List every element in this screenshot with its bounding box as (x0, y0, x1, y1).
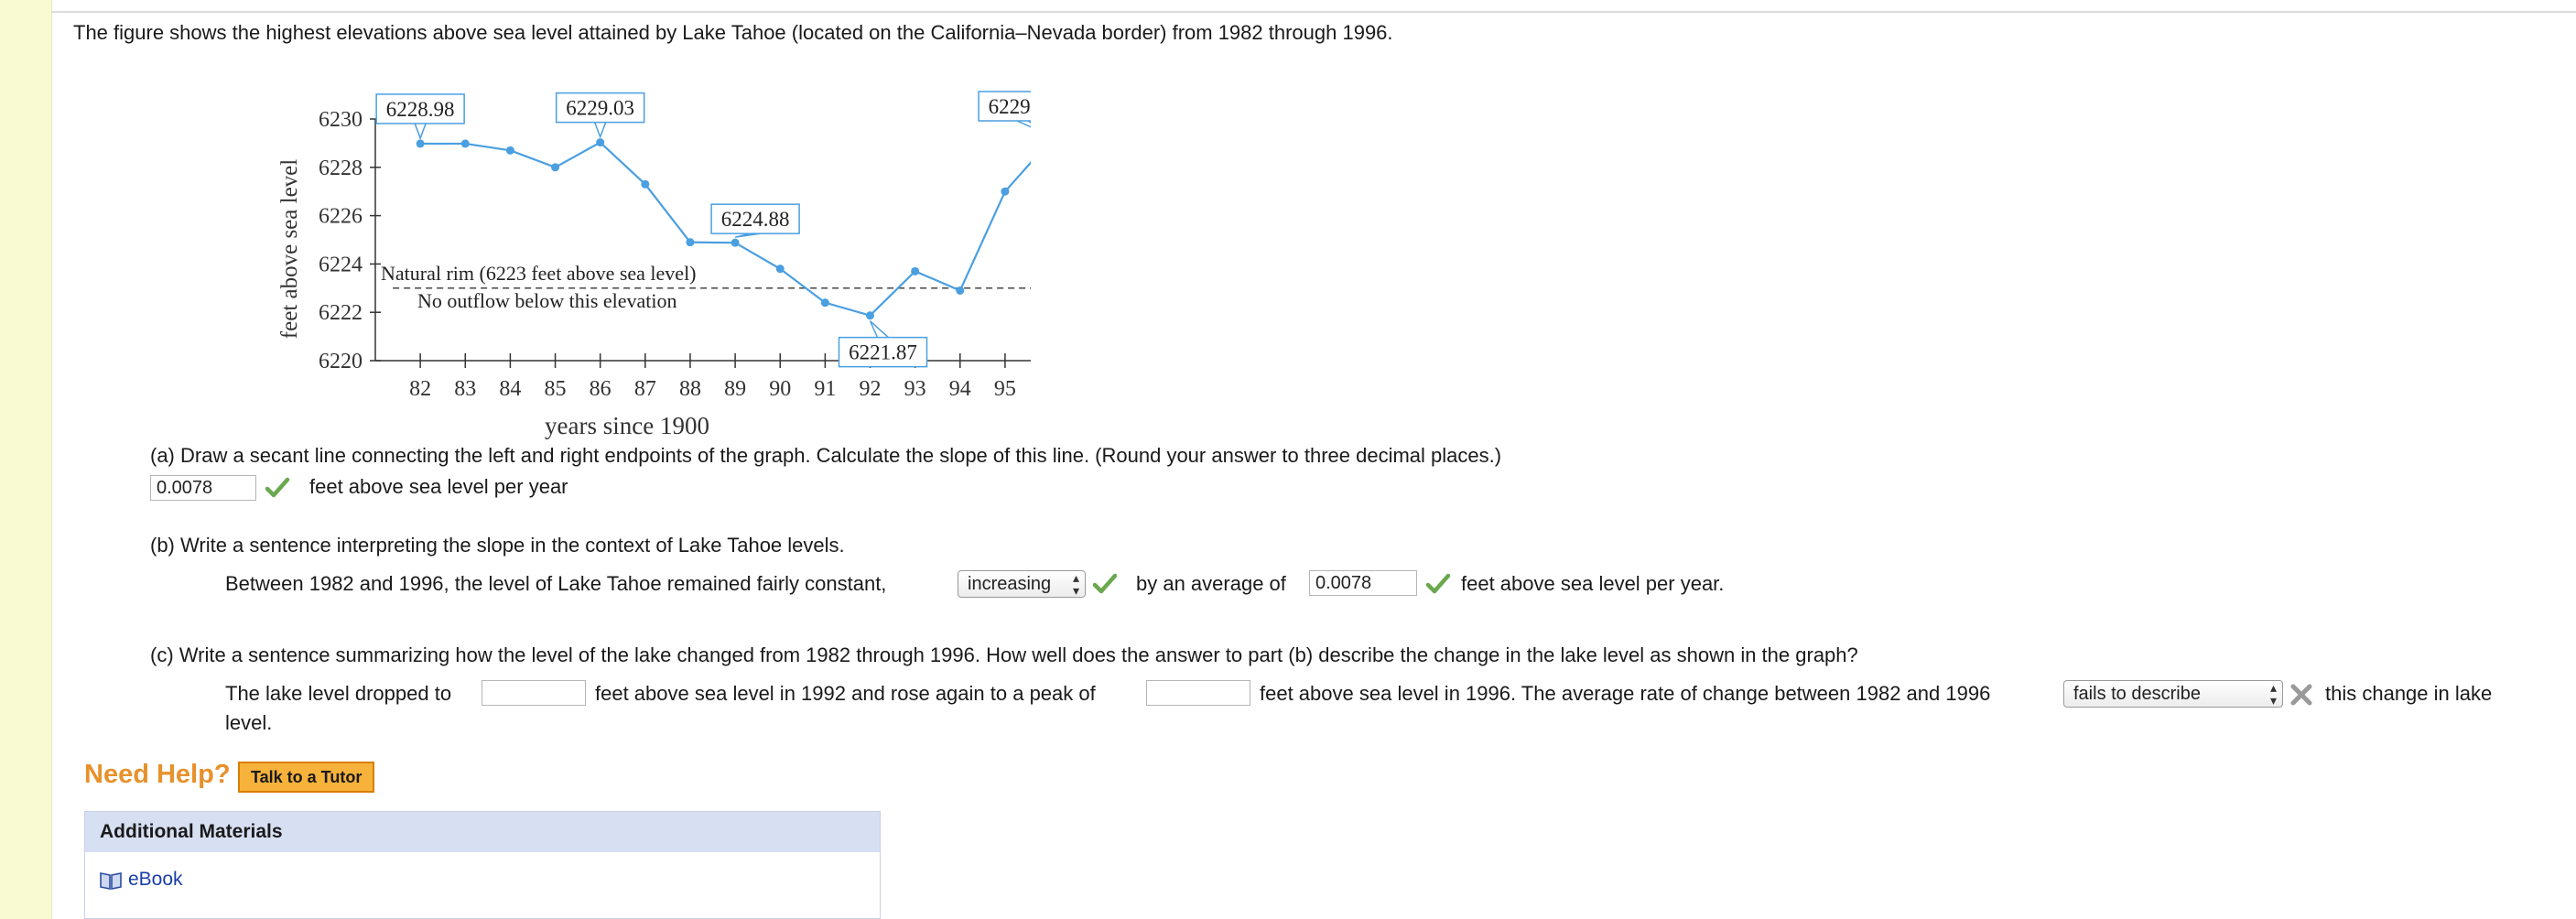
x-tick-label: 94 (949, 377, 971, 401)
correct-check-icon (1092, 573, 1118, 594)
part-b-by-average: by an average of (1136, 572, 1286, 595)
y-tick-label: 6228 (319, 157, 363, 180)
x-tick-label: 83 (454, 377, 476, 401)
part-b-prompt: (b) Write a sentence interpreting the sl… (150, 534, 845, 557)
callout-label: 6229.09 (989, 95, 1031, 118)
part-c-low-level-input[interactable] (482, 680, 586, 706)
data-point (686, 238, 695, 247)
correct-check-icon (265, 477, 290, 498)
x-tick-label: 86 (590, 377, 612, 401)
part-c-text-2: feet above sea level in 1992 and rose ag… (595, 682, 1096, 705)
data-point (820, 298, 829, 308)
x-tick-label: 95 (994, 377, 1016, 401)
chart-marks: 6228.98 6229.03 6229.09 6224.88 6221.87 (375, 91, 1031, 368)
talk-to-tutor-button[interactable]: Talk to a Tutor (238, 762, 375, 793)
x-tick-label: 90 (769, 377, 791, 401)
part-c-select-value: fails to describe (2073, 684, 2201, 704)
part-a-answer-input[interactable]: 0.0078 (150, 475, 256, 501)
x-tick-label: 85 (545, 377, 567, 401)
part-c-peak-level-input[interactable] (1146, 680, 1250, 706)
x-axis-label: years since 1900 (545, 412, 709, 439)
x-tick-label: 92 (860, 377, 882, 401)
callout-pointer (593, 122, 607, 139)
data-point (641, 179, 650, 189)
data-point (1001, 187, 1010, 196)
callout-pointer (869, 320, 890, 339)
reference-line-sublabel: No outflow below this elevation (417, 289, 677, 312)
callout-pointer (1016, 120, 1031, 128)
data-point (956, 286, 965, 295)
need-help-heading: Need Help? (84, 760, 231, 789)
part-b-select-value: increasing (968, 574, 1052, 594)
correct-check-icon (1425, 573, 1451, 594)
data-point (596, 138, 605, 147)
ebook-link[interactable]: eBook (128, 869, 183, 891)
y-tick-label: 6220 (319, 350, 363, 373)
part-b-direction-select[interactable]: increasing ▴ ▾ (958, 570, 1086, 598)
part-c-text-4: this change in lake (2325, 682, 2493, 705)
y-tick-label: 6222 (319, 301, 363, 325)
part-b-unit: feet above sea level per year. (1461, 572, 1725, 595)
additional-materials-heading: Additional Materials (85, 812, 880, 852)
y-tick-label: 6226 (319, 205, 363, 229)
x-tick-label: 87 (634, 377, 656, 401)
x-tick-label: 84 (499, 377, 521, 401)
data-point (775, 265, 785, 274)
y-tick-label: 6224 (319, 253, 363, 276)
x-tick-label: 91 (814, 377, 836, 401)
reference-line-label: Natural rim (6223 feet above sea level) (381, 262, 697, 285)
x-tick-label: 82 (409, 377, 431, 401)
data-point (866, 311, 875, 320)
question-content: The figure shows the highest elevations … (51, 13, 2576, 919)
intro-text: The figure shows the highest elevations … (73, 21, 1393, 44)
data-point (551, 163, 560, 172)
data-point (505, 146, 514, 155)
select-arrows-icon: ▴ ▾ (1072, 570, 1079, 598)
select-arrows-icon: ▴ ▾ (2269, 680, 2277, 708)
data-point (460, 139, 470, 148)
data-point (911, 266, 920, 276)
callout-label: 6224.88 (721, 208, 790, 231)
part-c-text-1: The lake level dropped to (225, 682, 452, 705)
part-a-prompt: (a) Draw a secant line connecting the le… (150, 444, 1502, 467)
x-tick-label: 89 (724, 377, 746, 401)
callout-label: 6228.98 (386, 98, 455, 121)
x-tick-label: 93 (904, 377, 926, 401)
ebook-icon (100, 872, 122, 890)
data-point (731, 238, 740, 247)
part-c-text-3: feet above sea level in 1996. The averag… (1260, 682, 1991, 705)
part-c-prompt: (c) Write a sentence summarizing how the… (150, 643, 1858, 666)
part-b-sentence-start: Between 1982 and 1996, the level of Lake… (225, 572, 887, 595)
incorrect-x-icon (2290, 684, 2312, 706)
part-c-describe-select[interactable]: fails to describe ▴ ▾ (2063, 680, 2283, 708)
y-tick-label: 6230 (319, 108, 363, 132)
callout-pointer (414, 123, 427, 141)
callout-label: 6221.87 (849, 341, 917, 364)
part-c-text-5: level. (225, 711, 273, 734)
part-b-answer-input[interactable]: 0.0078 (1309, 570, 1417, 596)
lake-tahoe-chart: feet above sea level years since 1900 62… (277, 91, 1031, 439)
y-axis-label: feet above sea level (277, 159, 302, 339)
callout-label: 6229.03 (566, 97, 634, 120)
x-tick-label: 88 (679, 377, 701, 401)
part-a-unit: feet above sea level per year (309, 475, 568, 498)
left-margin-strip (0, 0, 52, 919)
additional-materials-panel: Additional Materials (84, 811, 881, 919)
data-point (416, 139, 425, 148)
